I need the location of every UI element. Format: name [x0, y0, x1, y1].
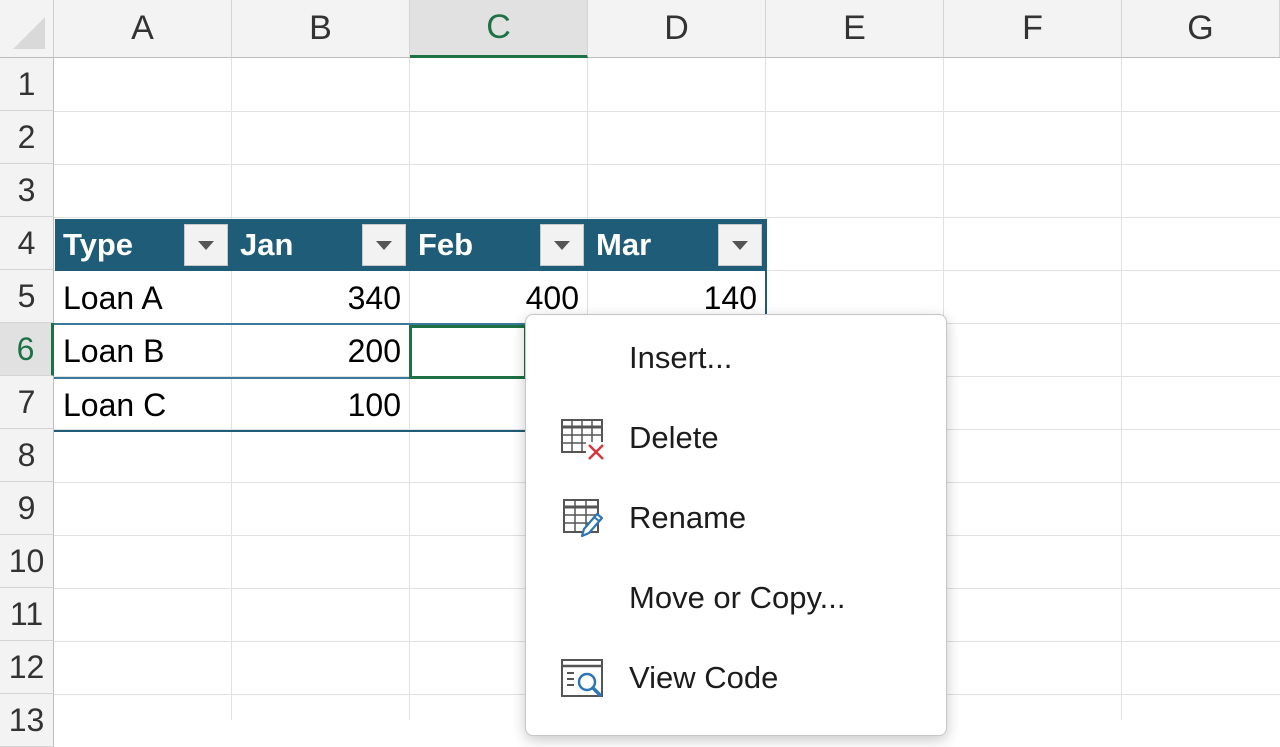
row-header-7[interactable]: 7 — [0, 376, 54, 429]
row-header-12[interactable]: 12 — [0, 641, 54, 694]
filter-dropdown-button[interactable] — [718, 224, 762, 266]
sheet-tab-context-menu: Insert... Delete Rename Move or Copy... … — [525, 314, 947, 736]
menu-item-delete[interactable]: Delete — [526, 408, 946, 468]
table-border — [54, 430, 526, 432]
row-header-3[interactable]: 3 — [0, 164, 54, 217]
filter-dropdown-button[interactable] — [184, 224, 228, 266]
menu-item-move-or-copy[interactable]: Move or Copy... — [526, 568, 946, 628]
chevron-down-icon — [732, 240, 748, 250]
column-header-c[interactable]: C — [410, 0, 588, 58]
table-border — [765, 219, 767, 315]
rename-sheet-icon — [563, 499, 604, 538]
worksheet: A B C D E F G 1 2 3 4 5 6 7 8 9 10 11 12… — [0, 0, 1280, 747]
grid-line — [54, 164, 1280, 165]
column-header-a[interactable]: A — [54, 0, 232, 58]
filter-dropdown-button[interactable] — [362, 224, 406, 266]
menu-item-insert[interactable]: Insert... — [526, 328, 946, 388]
column-header-e[interactable]: E — [766, 0, 944, 58]
row-header-9[interactable]: 9 — [0, 482, 54, 535]
table-header-feb[interactable]: Feb — [410, 219, 588, 271]
column-header-f[interactable]: F — [944, 0, 1122, 58]
menu-item-label: Move or Copy... — [629, 580, 846, 615]
table-header-label: Mar — [596, 227, 652, 262]
menu-item-rename[interactable]: Rename — [526, 488, 946, 548]
menu-item-label: Rename — [629, 500, 747, 535]
row-header-1[interactable]: 1 — [0, 58, 54, 111]
row-header-4[interactable]: 4 — [0, 217, 54, 270]
table-header-label: Feb — [418, 227, 474, 262]
grid-line — [54, 217, 1280, 218]
row-header-5[interactable]: 5 — [0, 270, 54, 323]
view-code-icon — [561, 659, 603, 697]
menu-item-view-code[interactable]: View Code — [526, 648, 946, 708]
filter-dropdown-button[interactable] — [540, 224, 584, 266]
table-cell[interactable]: 200 — [232, 325, 409, 378]
select-all-triangle-icon — [13, 17, 45, 49]
table-header-label: Type — [63, 227, 134, 262]
chevron-down-icon — [198, 240, 214, 250]
chevron-down-icon — [376, 240, 392, 250]
column-header-b[interactable]: B — [232, 0, 410, 58]
table-cell[interactable]: 100 — [232, 379, 409, 432]
delete-sheet-icon — [561, 419, 606, 462]
table-cell[interactable]: Loan C — [55, 379, 231, 432]
chevron-down-icon — [554, 240, 570, 250]
menu-item-label: Insert... — [629, 340, 733, 375]
menu-item-label: View Code — [629, 660, 779, 695]
table-cell[interactable]: Loan B — [55, 325, 231, 378]
menu-item-label: Delete — [629, 420, 719, 455]
table-header-label: Jan — [240, 227, 294, 262]
row-header-10[interactable]: 10 — [0, 535, 54, 588]
table-header-type[interactable]: Type — [55, 219, 232, 271]
table-cell[interactable]: 340 — [232, 272, 409, 325]
grid-line — [1121, 58, 1122, 720]
row-header-8[interactable]: 8 — [0, 429, 54, 482]
table-header-jan[interactable]: Jan — [232, 219, 410, 271]
column-header-d[interactable]: D — [588, 0, 766, 58]
select-all-button[interactable] — [0, 0, 54, 58]
table-cell[interactable]: Loan A — [55, 272, 231, 325]
column-header-g[interactable]: G — [1122, 0, 1280, 58]
row-header-2[interactable]: 2 — [0, 111, 54, 164]
grid-line — [54, 111, 1280, 112]
row-header-11[interactable]: 11 — [0, 588, 54, 641]
row-header-6[interactable]: 6 — [0, 323, 54, 376]
table-header-mar[interactable]: Mar — [588, 219, 766, 271]
row-header-13[interactable]: 13 — [0, 694, 54, 747]
